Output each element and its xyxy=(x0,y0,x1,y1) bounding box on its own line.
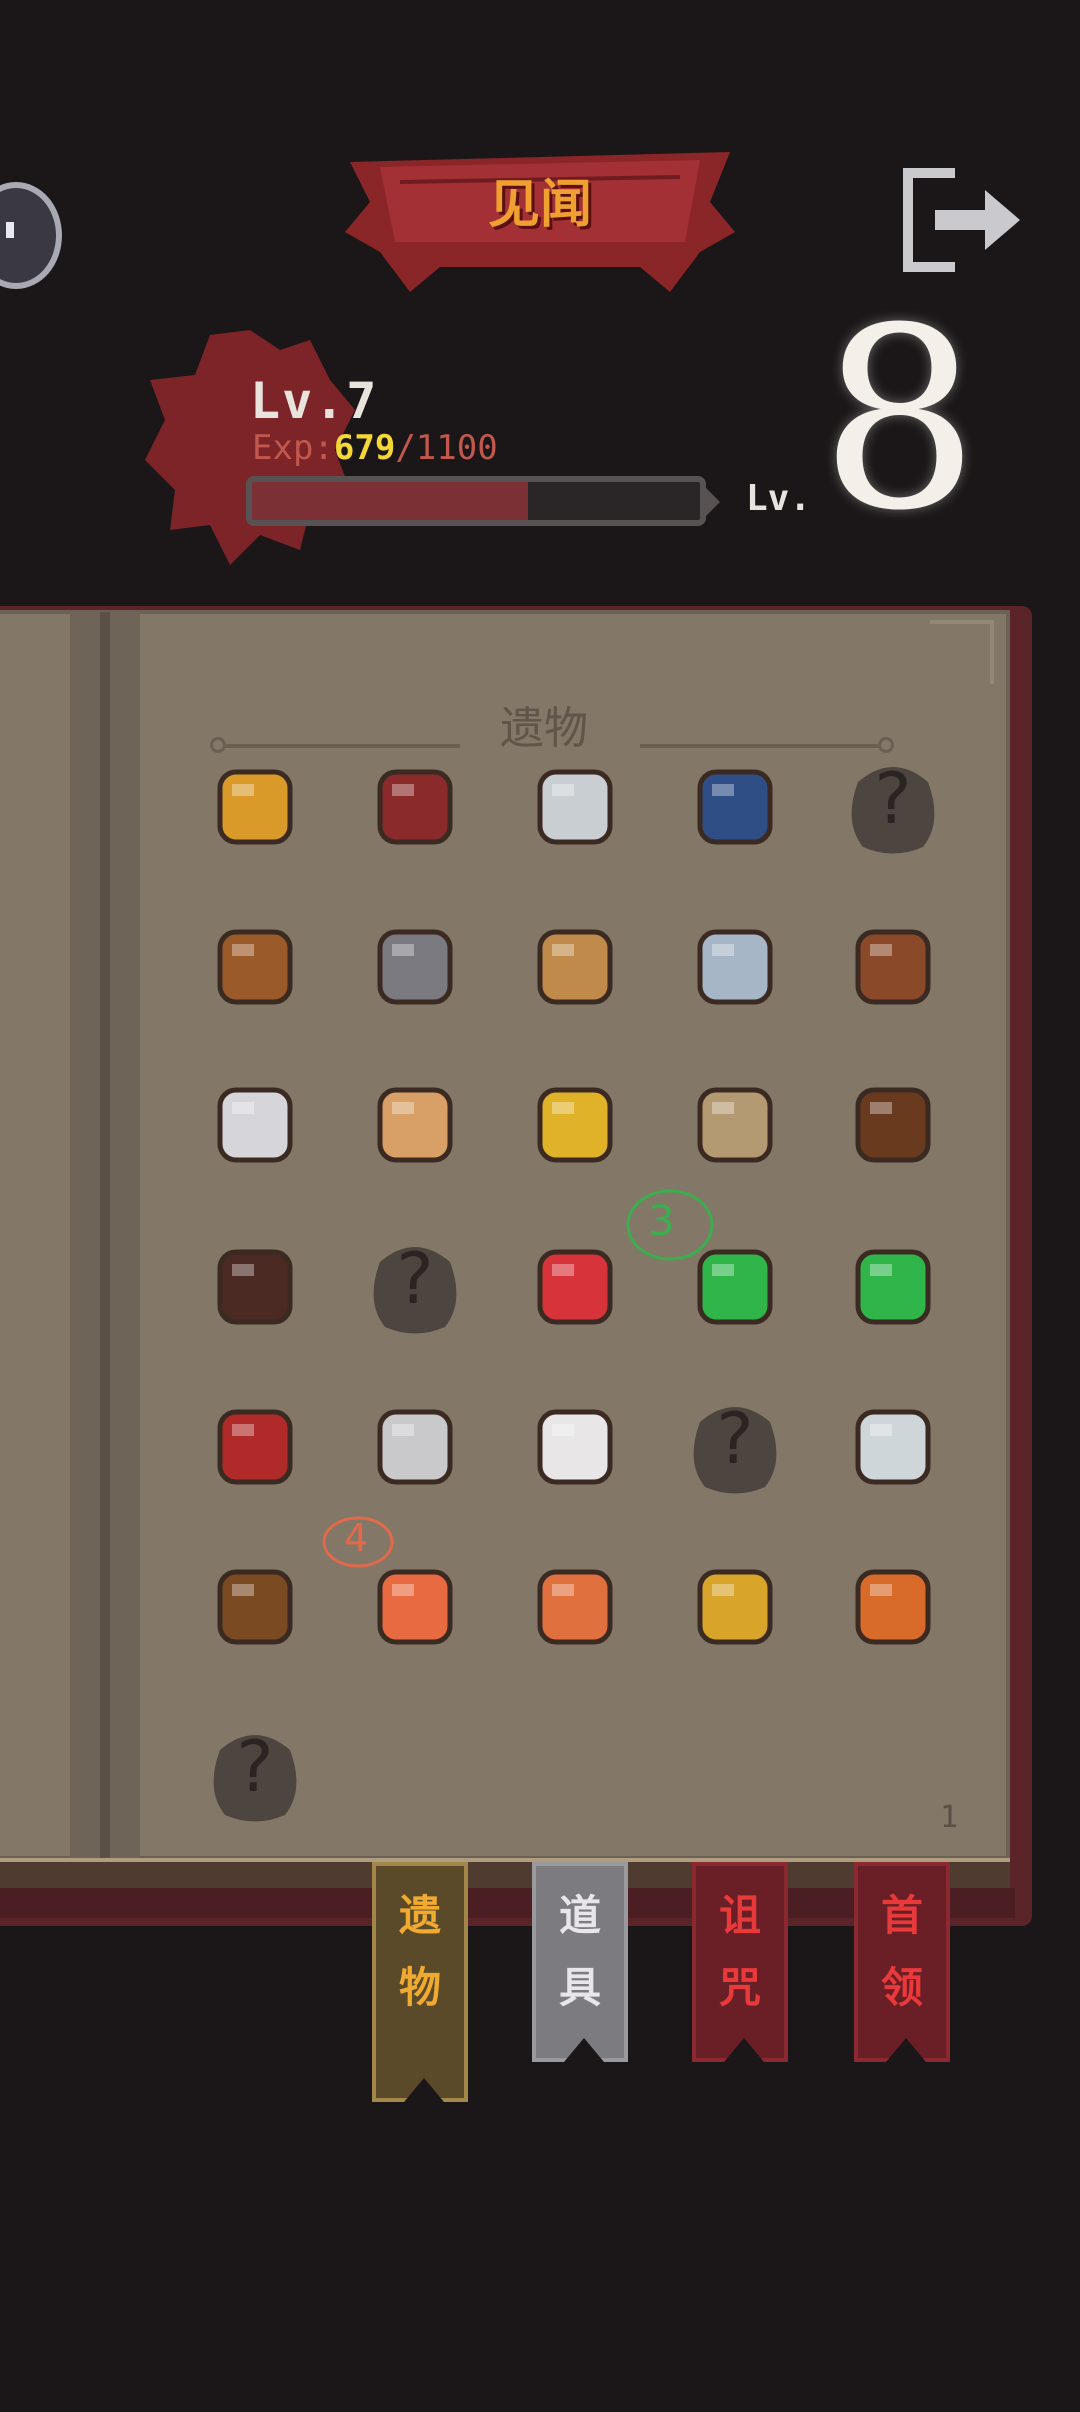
map-scroll-icon xyxy=(697,1087,773,1163)
relic-slot[interactable] xyxy=(200,752,310,862)
tab-notch xyxy=(564,2038,604,2062)
tab-notch xyxy=(886,2038,926,2062)
clay-pot-icon xyxy=(537,1569,613,1645)
tab-relics-label-2: 物 xyxy=(398,1963,441,2012)
relic-slot[interactable]: ? xyxy=(360,1232,470,1342)
relic-slot[interactable] xyxy=(680,1552,790,1662)
gold-jar-icon xyxy=(697,1569,773,1645)
unknown-relic-mark: ? xyxy=(396,1238,434,1320)
white-kettle-icon xyxy=(217,1087,293,1163)
pocket-watch-icon xyxy=(855,1409,931,1485)
relic-slot[interactable] xyxy=(838,1232,948,1342)
page-corner-ornament xyxy=(930,620,994,684)
exp-label: Exp: xyxy=(252,428,334,468)
relic-slot[interactable] xyxy=(520,1392,630,1502)
exp-bar-cap xyxy=(702,484,720,520)
tab-curses-label-2: 咒 xyxy=(718,1963,761,2012)
relic-slot[interactable] xyxy=(360,1070,470,1180)
coin-sack-icon xyxy=(217,1569,293,1645)
ticket-icon xyxy=(217,1409,293,1485)
gold-medal-icon xyxy=(217,769,293,845)
tab-items-label-2: 具 xyxy=(558,1963,601,2012)
next-level-label: Lv. xyxy=(746,478,812,519)
tab-curses[interactable]: 诅 咒 xyxy=(692,1862,788,2062)
green-scroll-icon xyxy=(855,1249,931,1325)
relic-slot[interactable] xyxy=(200,1232,310,1342)
blue-berries-icon xyxy=(697,769,773,845)
relic-slot[interactable] xyxy=(200,1552,310,1662)
tab-notch xyxy=(404,2078,444,2102)
spider-shrine-icon xyxy=(855,1087,931,1163)
tab-items-label-1: 道 xyxy=(558,1891,601,1940)
red-glove-icon xyxy=(537,1249,613,1325)
section-title: 遗物 xyxy=(500,703,588,754)
relic-slot[interactable] xyxy=(838,1392,948,1502)
relic-slot[interactable] xyxy=(520,912,630,1022)
vase-icon xyxy=(855,929,931,1005)
tab-curses-label-1: 诅 xyxy=(718,1891,761,1940)
unknown-relic-mark: ? xyxy=(236,1726,274,1808)
avatar-eye xyxy=(6,222,14,238)
annotation-number: 4 xyxy=(344,1516,369,1560)
title-rule-right xyxy=(640,744,880,748)
relic-slot[interactable] xyxy=(360,912,470,1022)
exp-progress-bar xyxy=(246,476,706,526)
relic-slot[interactable] xyxy=(838,912,948,1022)
lucky-cat-icon xyxy=(377,1087,453,1163)
sunflower-icon xyxy=(855,1569,931,1645)
unknown-relic-mark: ? xyxy=(716,1398,754,1480)
tab-items[interactable]: 道 具 xyxy=(532,1862,628,2062)
page-number: 1 xyxy=(940,1800,959,1835)
tab-notch xyxy=(724,2038,764,2062)
relic-slot[interactable]: ? xyxy=(680,1392,790,1502)
relic-slot[interactable] xyxy=(680,1070,790,1180)
avatar[interactable] xyxy=(0,182,62,289)
relic-slot[interactable]: ? xyxy=(200,1720,310,1830)
unknown-relic-mark: ? xyxy=(874,758,912,840)
relic-slot[interactable] xyxy=(520,1232,630,1342)
relic-slot[interactable] xyxy=(838,1070,948,1180)
relic-slot[interactable] xyxy=(838,1552,948,1662)
relic-slot[interactable] xyxy=(200,912,310,1022)
mirror-icon xyxy=(537,769,613,845)
relic-slot[interactable] xyxy=(360,752,470,862)
exp-progress-fill xyxy=(252,482,529,520)
title-rule-left xyxy=(225,744,460,748)
title-rule-dot xyxy=(878,737,894,753)
cabinet-icon xyxy=(217,1249,293,1325)
relic-slot[interactable]: ? xyxy=(838,752,948,862)
relic-slot[interactable] xyxy=(520,1070,630,1180)
book-spine-line xyxy=(100,612,110,1858)
gold-bell-icon xyxy=(537,1087,613,1163)
tab-bosses-label-1: 首 xyxy=(880,1891,923,1940)
next-level-number: 8 xyxy=(820,274,980,565)
relic-slot[interactable] xyxy=(360,1392,470,1502)
exp-max: /1100 xyxy=(395,428,498,468)
title-rule-dot xyxy=(210,737,226,753)
hourglass-icon xyxy=(377,769,453,845)
relic-slot[interactable] xyxy=(680,912,790,1022)
potion-bowl-icon xyxy=(217,929,293,1005)
relic-slot[interactable] xyxy=(200,1070,310,1180)
page-title: 见闻 xyxy=(487,175,592,235)
player-level: Lv.7 xyxy=(250,372,379,430)
relic-slot[interactable] xyxy=(200,1392,310,1502)
lantern-icon xyxy=(377,929,453,1005)
tab-relics-label-1: 遗 xyxy=(398,1891,441,1940)
white-ghost-icon xyxy=(537,1409,613,1485)
torch-icon xyxy=(537,929,613,1005)
exit-icon[interactable] xyxy=(900,165,1030,275)
tab-relics[interactable]: 遗 物 xyxy=(372,1862,468,2102)
relic-slot[interactable] xyxy=(520,752,630,862)
relic-slot[interactable] xyxy=(520,1552,630,1662)
exp-readout: Exp:679/1100 xyxy=(252,428,498,468)
dollar-coin-icon xyxy=(377,1409,453,1485)
relic-slot[interactable] xyxy=(680,752,790,862)
annotation-number: 3 xyxy=(648,1196,675,1245)
tab-bosses-label-2: 领 xyxy=(880,1963,923,2012)
exp-current: 679 xyxy=(333,428,396,468)
tab-bosses[interactable]: 首 领 xyxy=(854,1862,950,2062)
compass-icon xyxy=(697,929,773,1005)
